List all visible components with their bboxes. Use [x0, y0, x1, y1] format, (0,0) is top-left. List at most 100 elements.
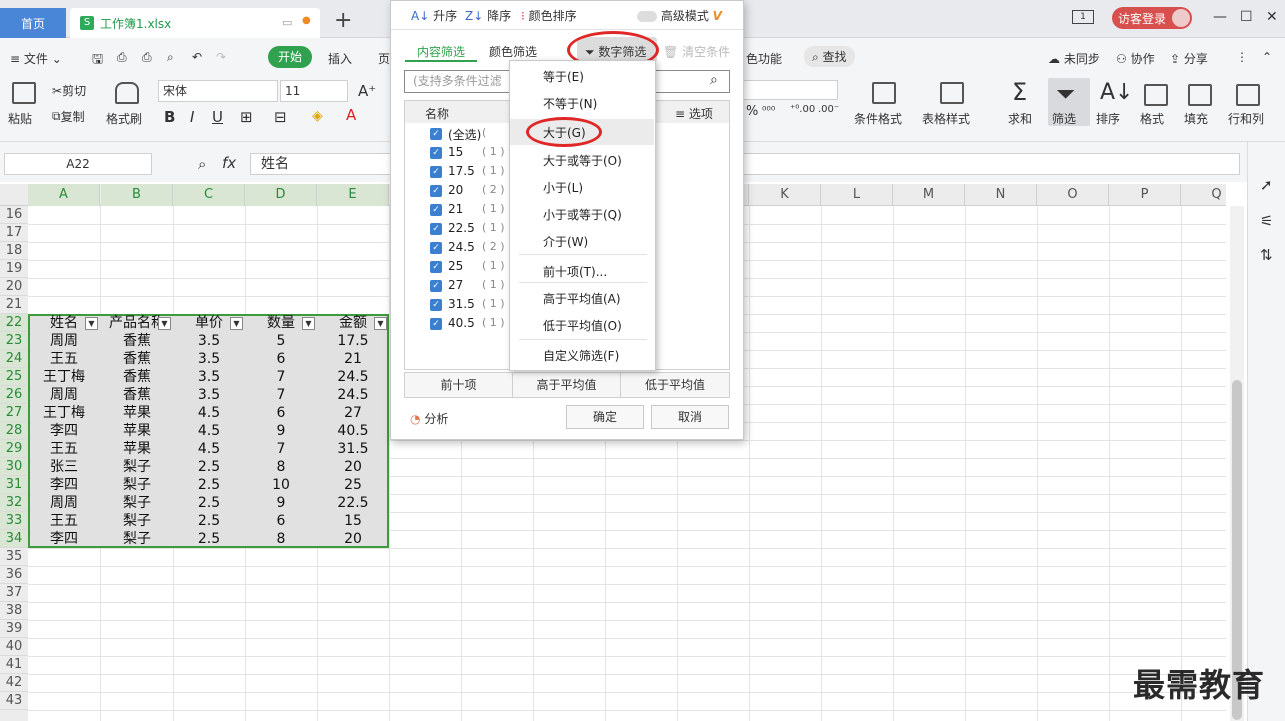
sort-button[interactable]: 排序 — [1096, 110, 1120, 127]
number-filter-option[interactable]: 等于(E) — [543, 68, 584, 85]
checkbox-checked[interactable]: ✓ — [430, 242, 442, 254]
number-filter-option[interactable]: 大于或等于(O) — [543, 152, 622, 169]
name-box[interactable]: A22 — [4, 153, 152, 175]
table-cell[interactable]: 21 — [317, 350, 389, 368]
row-header-24[interactable]: 24 — [0, 350, 28, 368]
number-filter-option[interactable]: 自定义筛选(F) — [543, 347, 619, 364]
find-button[interactable]: ⌕ 查找 — [804, 46, 855, 67]
search-icon[interactable]: ⌕ — [710, 72, 718, 88]
filter-item-label[interactable]: 15 — [448, 145, 463, 159]
column-header-L[interactable]: L — [821, 184, 893, 206]
row-header-28[interactable]: 28 — [0, 422, 28, 440]
table-cell[interactable]: 王丁梅 — [28, 404, 100, 422]
table-cell[interactable]: 梨子 — [101, 458, 173, 476]
table-cell[interactable]: 王五 — [28, 350, 100, 368]
save-icon[interactable]: 🖫 — [92, 50, 103, 72]
menu-file[interactable]: ≡ 文件 ⌄ — [10, 50, 62, 67]
row-header-41[interactable]: 41 — [0, 656, 28, 674]
table-cell[interactable]: 10 — [245, 476, 317, 494]
export-icon[interactable]: ⎙ — [117, 50, 127, 65]
row-header-21[interactable]: 21 — [0, 296, 28, 314]
table-cell[interactable]: 27 — [317, 404, 389, 422]
menu-page[interactable]: 页 — [378, 50, 390, 67]
fill-color-icon[interactable]: ◈ — [312, 108, 323, 124]
filter-dropdown-arrow-icon[interactable]: ▼ — [230, 317, 243, 330]
font-grow-icon[interactable]: A⁺ — [358, 82, 376, 100]
table-cell[interactable]: 6 — [245, 512, 317, 530]
row-header-17[interactable]: 17 — [0, 224, 28, 242]
more-icon[interactable]: ⋮ — [1236, 50, 1248, 64]
color-sort-button[interactable]: ⁝ 颜色排序 — [521, 7, 577, 24]
decrease-decimal-icon[interactable]: .00⁻ — [818, 104, 839, 115]
number-filter-option[interactable]: 小于(L) — [543, 179, 583, 196]
row-header-19[interactable]: 19 — [0, 260, 28, 278]
row-header-32[interactable]: 32 — [0, 494, 28, 512]
zoom-icon[interactable]: ⌕ — [198, 155, 206, 173]
table-cell[interactable]: 李四 — [28, 476, 100, 494]
table-cell[interactable]: 3.5 — [173, 350, 245, 368]
fill-icon[interactable] — [1188, 84, 1212, 106]
row-header-25[interactable]: 25 — [0, 368, 28, 386]
table-cell[interactable]: 2.5 — [173, 494, 245, 512]
table-cell[interactable]: 7 — [245, 368, 317, 386]
page-indicator[interactable]: 1 — [1072, 10, 1094, 24]
row-header-31[interactable]: 31 — [0, 476, 28, 494]
table-cell[interactable]: 周周 — [28, 494, 100, 512]
rowcol-button[interactable]: 行和列 — [1228, 110, 1264, 127]
table-style-button[interactable]: 表格样式 — [922, 110, 970, 127]
filter-item-label[interactable]: 40.5 — [448, 316, 475, 330]
row-header-23[interactable]: 23 — [0, 332, 28, 350]
layout-icon[interactable]: ⇅ — [1260, 246, 1273, 264]
filter-dropdown-arrow-icon[interactable]: ▼ — [158, 317, 171, 330]
column-header-D[interactable]: D — [245, 184, 317, 206]
fx-icon[interactable]: fx — [222, 154, 236, 172]
analysis-button[interactable]: ◔ 分析 — [410, 410, 448, 427]
filter-icon[interactable]: ⏷ — [1056, 80, 1075, 108]
table-cell[interactable]: 31.5 — [317, 440, 389, 458]
table-cell[interactable]: 张三 — [28, 458, 100, 476]
column-header-E[interactable]: E — [317, 184, 389, 206]
column-header-P[interactable]: P — [1109, 184, 1181, 206]
table-cell[interactable]: 8 — [245, 458, 317, 476]
print-icon[interactable]: ⎙ — [142, 50, 152, 65]
ok-button[interactable]: 确定 — [566, 405, 644, 429]
checkbox-checked[interactable]: ✓ — [430, 185, 442, 197]
table-cell[interactable]: 3.5 — [173, 332, 245, 350]
cancel-button[interactable]: 取消 — [651, 405, 729, 429]
checkbox-checked[interactable]: ✓ — [430, 299, 442, 311]
table-cell[interactable]: 20 — [317, 530, 389, 548]
percent-icon[interactable]: % — [746, 104, 758, 119]
row-header-18[interactable]: 18 — [0, 242, 28, 260]
table-cell[interactable]: 王丁梅 — [28, 368, 100, 386]
column-header-M[interactable]: M — [893, 184, 965, 206]
row-header-26[interactable]: 26 — [0, 386, 28, 404]
fill-button[interactable]: 填充 — [1184, 110, 1208, 127]
row-header-43[interactable]: 43 — [0, 692, 28, 710]
row-header-16[interactable]: 16 — [0, 206, 28, 224]
tab-content-filter[interactable]: 内容筛选 — [417, 43, 465, 60]
table-cell[interactable]: 24.5 — [317, 386, 389, 404]
table-cell[interactable]: 2.5 — [173, 458, 245, 476]
table-cell[interactable]: 5 — [245, 332, 317, 350]
table-cell[interactable]: 25 — [317, 476, 389, 494]
number-format-select[interactable] — [742, 80, 838, 100]
clear-conditions-button[interactable]: 🗑 清空条件 — [663, 43, 730, 60]
table-cell[interactable]: 香蕉 — [101, 386, 173, 404]
format-painter-button[interactable]: 格式刷 — [106, 110, 142, 127]
table-cell[interactable]: 6 — [245, 350, 317, 368]
settings-sliders-icon[interactable]: ⚟ — [1260, 212, 1273, 230]
filter-item-label[interactable]: 27 — [448, 278, 463, 292]
column-header-O[interactable]: O — [1037, 184, 1109, 206]
number-filter-option[interactable]: 介于(W) — [543, 233, 588, 250]
row-header-37[interactable]: 37 — [0, 584, 28, 602]
row-header-39[interactable]: 39 — [0, 620, 28, 638]
number-filter-option[interactable]: 小于或等于(Q) — [543, 206, 622, 223]
column-header-K[interactable]: K — [749, 184, 821, 206]
table-cell[interactable]: 4.5 — [173, 440, 245, 458]
filter-item-label[interactable]: 17.5 — [448, 164, 475, 178]
number-filter-option[interactable]: 前十项(T)... — [543, 263, 607, 280]
table-cell[interactable]: 周周 — [28, 386, 100, 404]
redo-icon[interactable]: ↷ — [216, 50, 226, 64]
advanced-mode-toggle[interactable]: 高级模式 V — [637, 7, 722, 24]
table-cell[interactable]: 40.5 — [317, 422, 389, 440]
